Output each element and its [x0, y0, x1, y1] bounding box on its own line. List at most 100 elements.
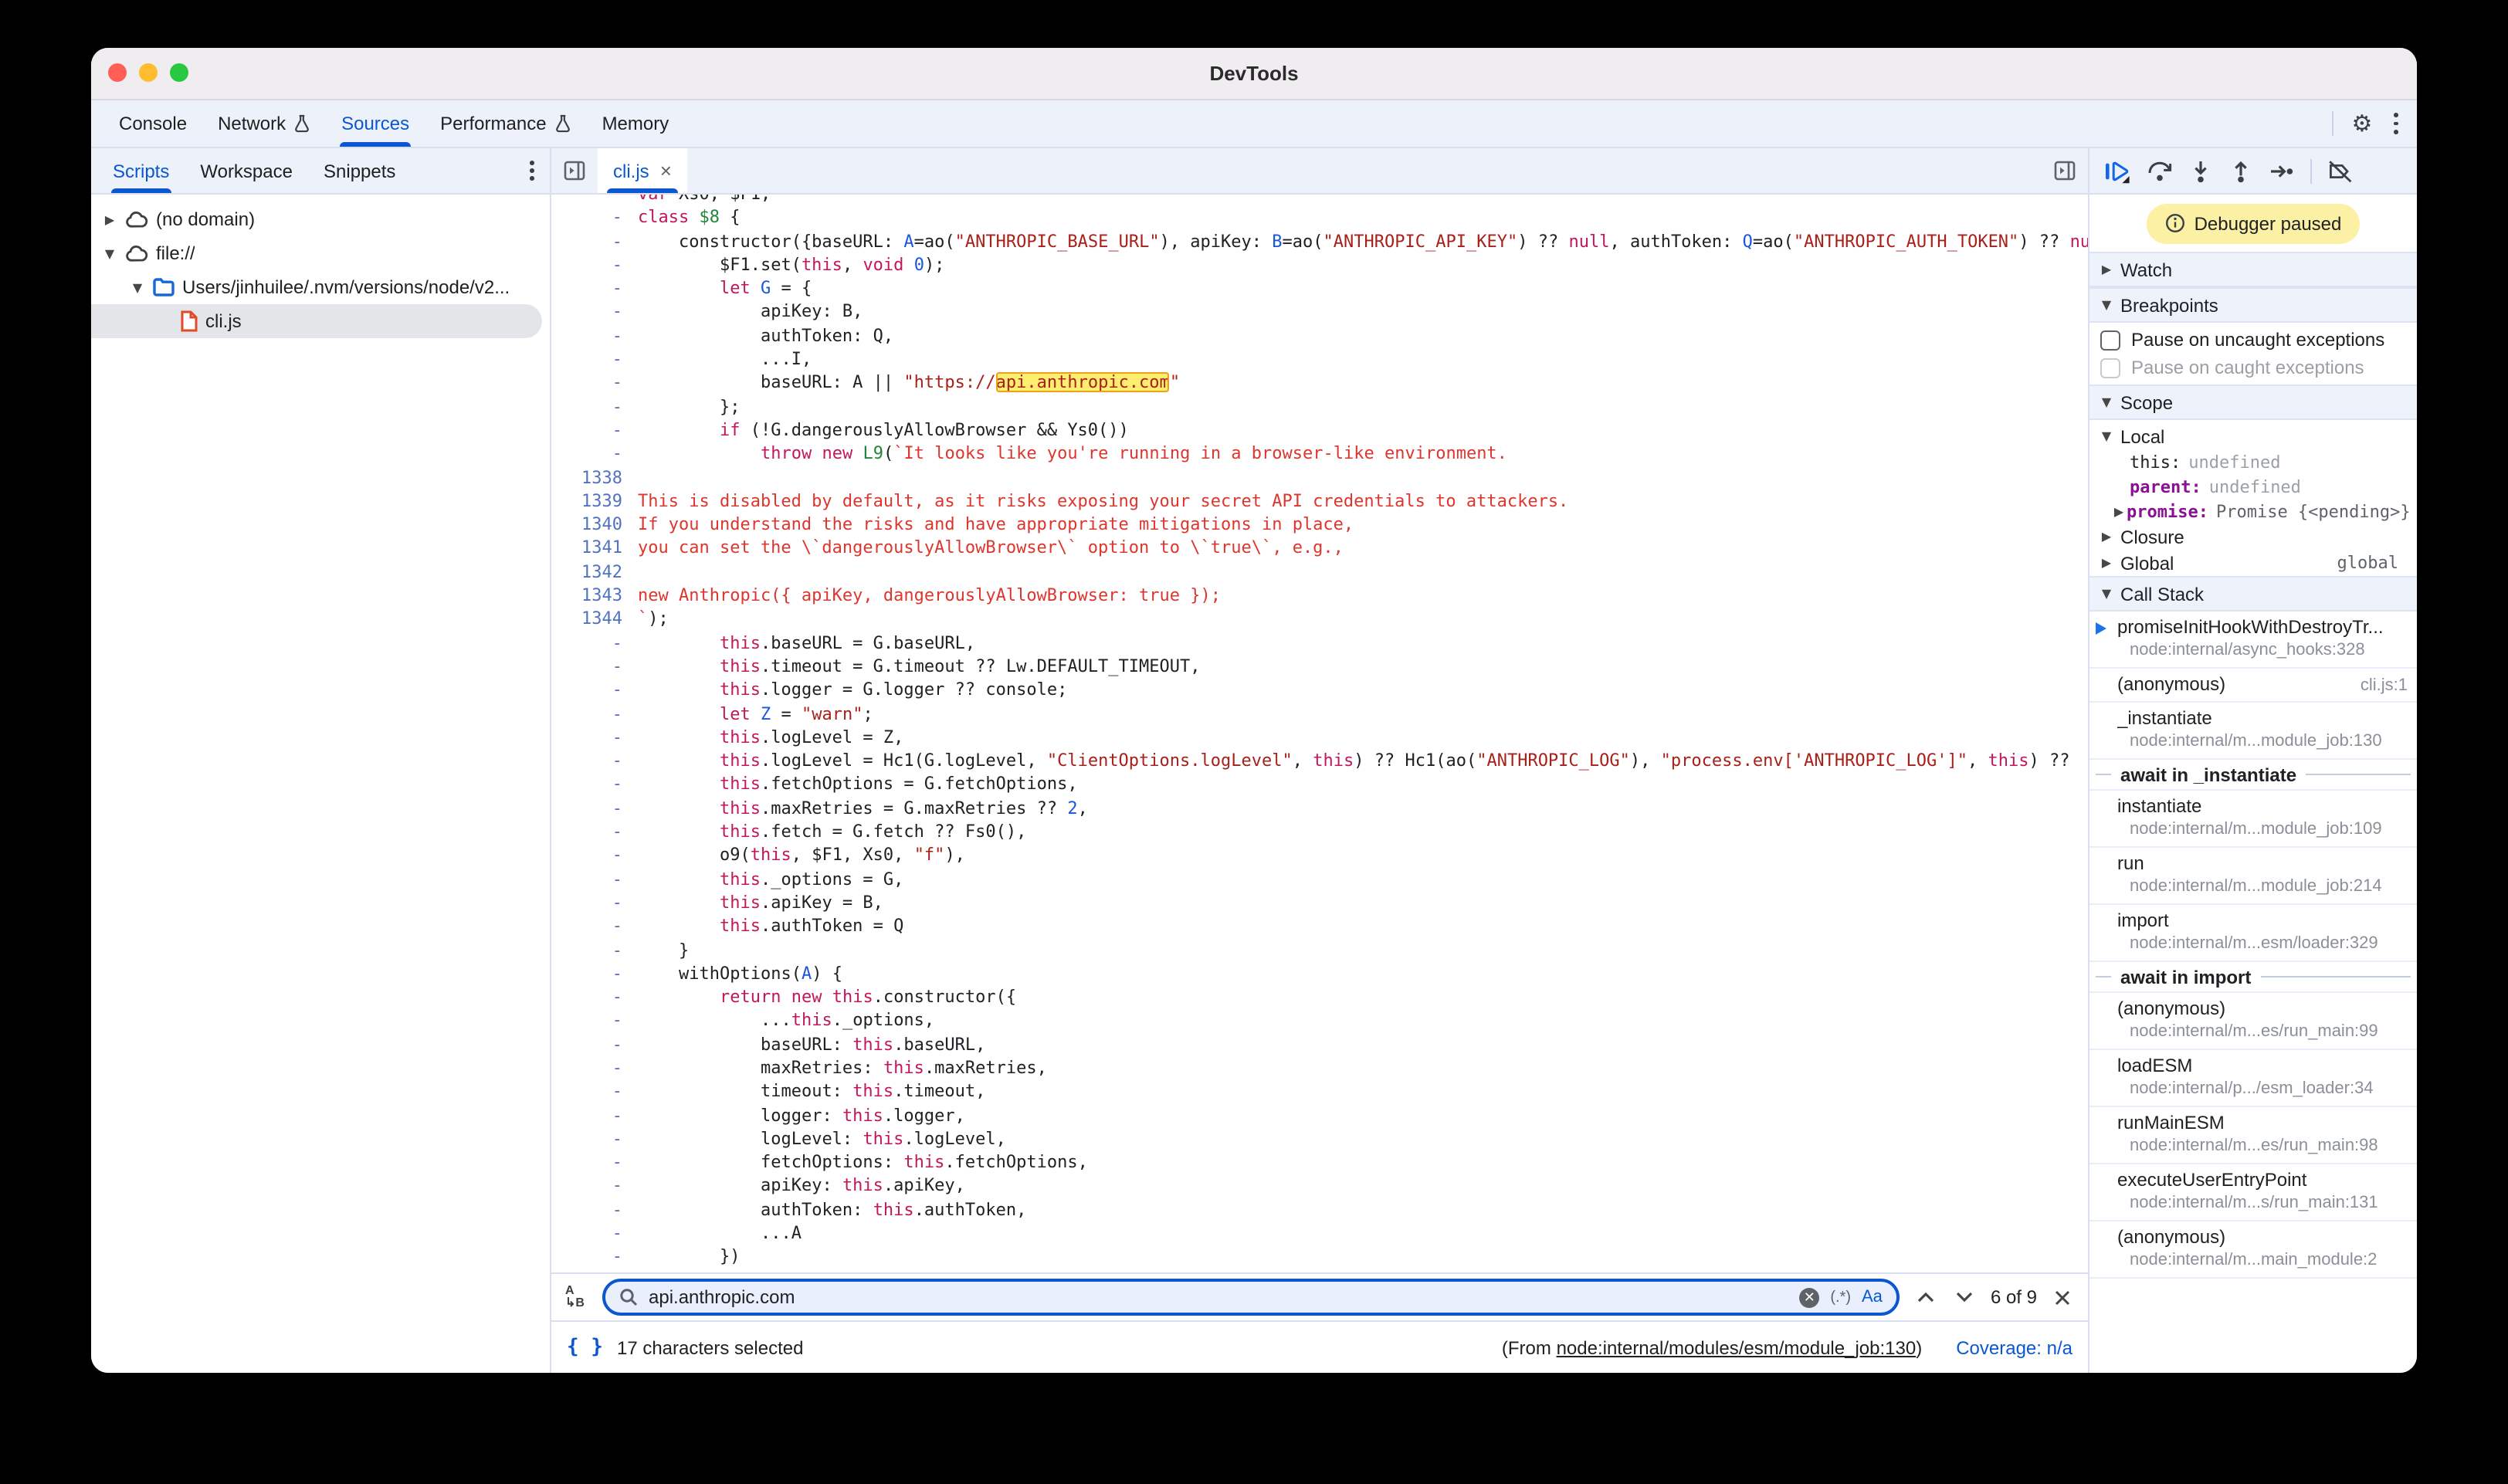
previous-match-icon[interactable]	[1913, 1291, 1938, 1303]
line-number-gutter[interactable]: 1340	[551, 513, 638, 537]
section-scope[interactable]: ▼ Scope	[2089, 385, 2417, 420]
line-number-gutter[interactable]: -	[551, 371, 638, 395]
resume-button[interactable]	[2103, 158, 2131, 183]
scope-group-global[interactable]: ▶Globalglobal	[2089, 550, 2417, 576]
zoom-button[interactable]	[170, 63, 188, 82]
line-number-gutter[interactable]: 1342	[551, 561, 638, 584]
tree-item-users-jinhuilee-nvm-versions-node-v2[interactable]: ▼Users/jinhuilee/.nvm/versions/node/v2..…	[91, 270, 550, 304]
call-stack-frame-promiseinithookwithdestroytr[interactable]: promiseInitHookWithDestroyTr...node:inte…	[2089, 612, 2417, 669]
navigator-more-kebab-icon[interactable]	[527, 158, 537, 185]
checkbox[interactable]	[2100, 357, 2120, 378]
line-number-gutter[interactable]: -	[551, 820, 638, 844]
line-number-gutter[interactable]: -	[551, 395, 638, 418]
line-number-gutter[interactable]	[551, 195, 638, 206]
line-number-gutter[interactable]: -	[551, 891, 638, 915]
call-stack-frame-loadesm[interactable]: loadESMnode:internal/p.../esm_loader:34	[2089, 1050, 2417, 1107]
call-stack-frame-instantiate[interactable]: instantiatenode:internal/m...module_job:…	[2089, 791, 2417, 848]
search-input[interactable]	[649, 1286, 1788, 1308]
step-button[interactable]	[2269, 158, 2295, 183]
pretty-print-icon[interactable]: { }	[567, 1336, 603, 1359]
search-field[interactable]: ✕ (.*) Aa	[602, 1279, 1900, 1316]
line-number-gutter[interactable]: 1344	[551, 608, 638, 632]
line-number-gutter[interactable]: -	[551, 1032, 638, 1056]
line-number-gutter[interactable]: -	[551, 1150, 638, 1174]
scope-var-this[interactable]: this:undefined	[2089, 449, 2417, 474]
close-search-icon[interactable]	[2051, 1289, 2074, 1306]
line-number-gutter[interactable]: 1339	[551, 490, 638, 513]
line-number-gutter[interactable]: -	[551, 1127, 638, 1151]
line-number-gutter[interactable]: -	[551, 1245, 638, 1269]
line-number-gutter[interactable]: 1341	[551, 537, 638, 561]
tree-item-cli-js[interactable]: cli.js	[91, 304, 542, 338]
toggle-navigator-panel-icon[interactable]	[551, 148, 598, 193]
step-out-button[interactable]	[2228, 158, 2253, 183]
more-options-kebab-icon[interactable]	[2391, 110, 2401, 137]
line-number-gutter[interactable]: -	[551, 1080, 638, 1104]
line-number-gutter[interactable]: -	[551, 1221, 638, 1245]
section-call-stack[interactable]: ▼ Call Stack	[2089, 576, 2417, 612]
line-number-gutter[interactable]: -	[551, 1103, 638, 1127]
checkbox[interactable]	[2100, 330, 2120, 350]
call-stack-frame-executeuserentrypoint[interactable]: executeUserEntryPointnode:internal/m...s…	[2089, 1164, 2417, 1221]
line-number-gutter[interactable]: -	[551, 300, 638, 324]
tab-memory[interactable]: Memory	[587, 100, 685, 147]
scope-group-closure[interactable]: ▶Closure	[2089, 523, 2417, 550]
line-number-gutter[interactable]: -	[551, 796, 638, 820]
line-number-gutter[interactable]: -	[551, 418, 638, 442]
line-number-gutter[interactable]: -	[551, 678, 638, 702]
section-breakpoints[interactable]: ▼ Breakpoints	[2089, 287, 2417, 323]
source-origin-link[interactable]: node:internal/modules/esm/module_job:130	[1557, 1337, 1917, 1358]
line-number-gutter[interactable]: -	[551, 844, 638, 868]
step-over-button[interactable]	[2147, 159, 2173, 182]
line-number-gutter[interactable]: -	[551, 229, 638, 253]
tree-item-file[interactable]: ▼file://	[91, 236, 550, 270]
navigator-tab-snippets[interactable]: Snippets	[308, 148, 411, 193]
scope-group-local[interactable]: ▼Local	[2089, 423, 2417, 449]
line-number-gutter[interactable]: -	[551, 1056, 638, 1080]
line-number-gutter[interactable]: -	[551, 1174, 638, 1198]
line-number-gutter[interactable]: -	[551, 1198, 638, 1222]
clear-search-icon[interactable]: ✕	[1799, 1287, 1819, 1307]
line-number-gutter[interactable]: -	[551, 253, 638, 277]
scope-var-promise[interactable]: ▶promise:Promise {<pending>}	[2089, 499, 2417, 523]
section-watch[interactable]: ▶ Watch	[2089, 252, 2417, 287]
call-stack-frame-instantiate[interactable]: _instantiatenode:internal/m...module_job…	[2089, 703, 2417, 760]
tree-item-no-domain[interactable]: ▶(no domain)	[91, 202, 550, 236]
call-stack-frame-run[interactable]: runnode:internal/m...module_job:214	[2089, 848, 2417, 905]
call-stack-frame-anonymous[interactable]: (anonymous)node:internal/m...main_module…	[2089, 1221, 2417, 1279]
line-number-gutter[interactable]: -	[551, 867, 638, 891]
line-number-gutter[interactable]: -	[551, 1009, 638, 1033]
line-number-gutter[interactable]: -	[551, 749, 638, 773]
line-number-gutter[interactable]: -	[551, 985, 638, 1009]
coverage-link[interactable]: Coverage: n/a	[1956, 1337, 2072, 1358]
tab-console[interactable]: Console	[103, 100, 202, 147]
line-number-gutter[interactable]: -	[551, 276, 638, 300]
minimize-button[interactable]	[139, 63, 158, 82]
line-number-gutter[interactable]: -	[551, 655, 638, 679]
tab-close-icon[interactable]: ×	[660, 159, 672, 182]
tab-sources[interactable]: Sources	[326, 100, 425, 147]
toggle-debugger-panel-icon[interactable]	[2042, 148, 2088, 193]
tab-network[interactable]: Network	[202, 100, 326, 147]
call-stack-frame-anonymous[interactable]: (anonymous)node:internal/m...es/run_main…	[2089, 993, 2417, 1050]
next-match-icon[interactable]	[1952, 1291, 1977, 1303]
checkbox-row-pause-on-caught-exceptions[interactable]: Pause on caught exceptions	[2089, 354, 2417, 381]
call-stack-frame-import[interactable]: importnode:internal/m...esm/loader:329	[2089, 905, 2417, 962]
line-number-gutter[interactable]: -	[551, 914, 638, 938]
line-number-gutter[interactable]: -	[551, 702, 638, 726]
line-number-gutter[interactable]: -	[551, 347, 638, 371]
close-button[interactable]	[108, 63, 127, 82]
deactivate-breakpoints-button[interactable]	[2327, 158, 2354, 183]
line-number-gutter[interactable]: -	[551, 324, 638, 348]
navigator-tab-scripts[interactable]: Scripts	[97, 148, 185, 193]
line-number-gutter[interactable]: -	[551, 442, 638, 466]
match-case-toggle-icon[interactable]: Aa	[1862, 1288, 1883, 1306]
line-number-gutter[interactable]: -	[551, 631, 638, 655]
replace-toggle-icon[interactable]: A↳B	[565, 1285, 588, 1310]
step-into-button[interactable]	[2188, 158, 2213, 183]
regex-toggle-icon[interactable]: (.*)	[1830, 1289, 1851, 1306]
line-number-gutter[interactable]: -	[551, 206, 638, 230]
line-number-gutter[interactable]: -	[551, 962, 638, 986]
line-number-gutter[interactable]: 1338	[551, 466, 638, 490]
line-number-gutter[interactable]: -	[551, 726, 638, 750]
